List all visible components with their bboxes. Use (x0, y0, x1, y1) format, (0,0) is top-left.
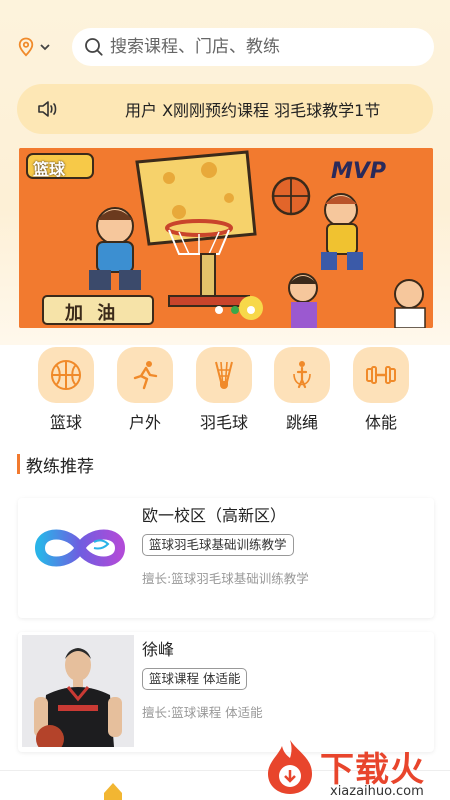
coach-photo (22, 635, 134, 747)
section-title-text: 教练推荐 (26, 456, 94, 477)
category-label: 跳绳 (285, 413, 318, 432)
section-title: 教练推荐 (17, 452, 94, 477)
coach-name: 欧一校区（高新区） (142, 506, 287, 525)
category-basketball[interactable]: 篮球 (31, 347, 101, 433)
dumbbell-icon (366, 366, 396, 384)
category-badminton[interactable]: 羽毛球 (189, 347, 259, 433)
category-icon-box (353, 347, 409, 403)
fire-logo-icon (268, 740, 312, 794)
search-input[interactable] (110, 37, 410, 57)
category-label: 体能 (364, 413, 397, 432)
category-icon-box (274, 347, 330, 403)
carousel-dot[interactable] (247, 306, 255, 314)
category-label: 户外 (128, 413, 161, 432)
coach-card[interactable]: 徐峰 篮球课程 体适能 擅长:篮球课程 体适能 (18, 632, 434, 752)
jump-rope-icon (293, 361, 311, 389)
carousel-dots (215, 306, 255, 314)
carousel-dot-active[interactable] (231, 306, 239, 314)
infinity-logo-icon (34, 529, 126, 567)
category-icon-box (38, 347, 94, 403)
section-accent-bar (17, 454, 20, 474)
location-selector[interactable] (0, 37, 68, 57)
runner-icon (133, 361, 158, 390)
coach-name: 徐峰 (142, 640, 175, 659)
category-outdoor[interactable]: 户外 (110, 347, 180, 433)
promo-banner[interactable]: MVP 篮球 加 油 (19, 148, 433, 328)
category-icon-box (196, 347, 252, 403)
coach-tag: 篮球羽毛球基础训练教学 (142, 534, 294, 556)
watermark-url: xiazaihuo.com (330, 784, 424, 799)
chevron-down-icon (40, 44, 50, 51)
coach-skill: 擅长:篮球课程 体适能 (142, 705, 263, 720)
basketball-icon (51, 360, 81, 390)
carousel-dot[interactable] (215, 306, 223, 314)
category-label: 篮球 (49, 413, 82, 432)
watermark: 下载火 xiazaihuo.com (262, 738, 450, 800)
search-box[interactable] (72, 28, 434, 66)
coach-skill: 擅长:篮球羽毛球基础训练教学 (142, 571, 309, 586)
speaker-icon (38, 101, 57, 117)
location-pin-icon (18, 37, 34, 57)
home-icon[interactable] (102, 781, 124, 800)
notice-bar[interactable]: 用户 X刚刚预约课程 羽毛球教学1节 (17, 84, 433, 134)
search-icon (85, 38, 103, 56)
notice-text: 用户 X刚刚预约课程 羽毛球教学1节 (125, 101, 381, 120)
category-jump-rope[interactable]: 跳绳 (267, 347, 337, 433)
category-icon-box (117, 347, 173, 403)
coach-tag: 篮球课程 体适能 (142, 668, 248, 690)
banner-badge-text: 篮球 (33, 160, 66, 179)
category-row: 篮球 户外 羽毛球 跳绳 体能 (0, 347, 450, 437)
banner-cheer-text: 加 油 (65, 303, 120, 324)
category-label: 羽毛球 (199, 413, 248, 432)
coach-card[interactable]: 欧一校区（高新区） 篮球羽毛球基础训练教学 擅长:篮球羽毛球基础训练教学 (18, 498, 434, 618)
mvp-text: MVP (331, 159, 386, 184)
category-fitness[interactable]: 体能 (346, 347, 416, 433)
shuttlecock-icon (215, 361, 233, 389)
search-row (0, 26, 450, 68)
